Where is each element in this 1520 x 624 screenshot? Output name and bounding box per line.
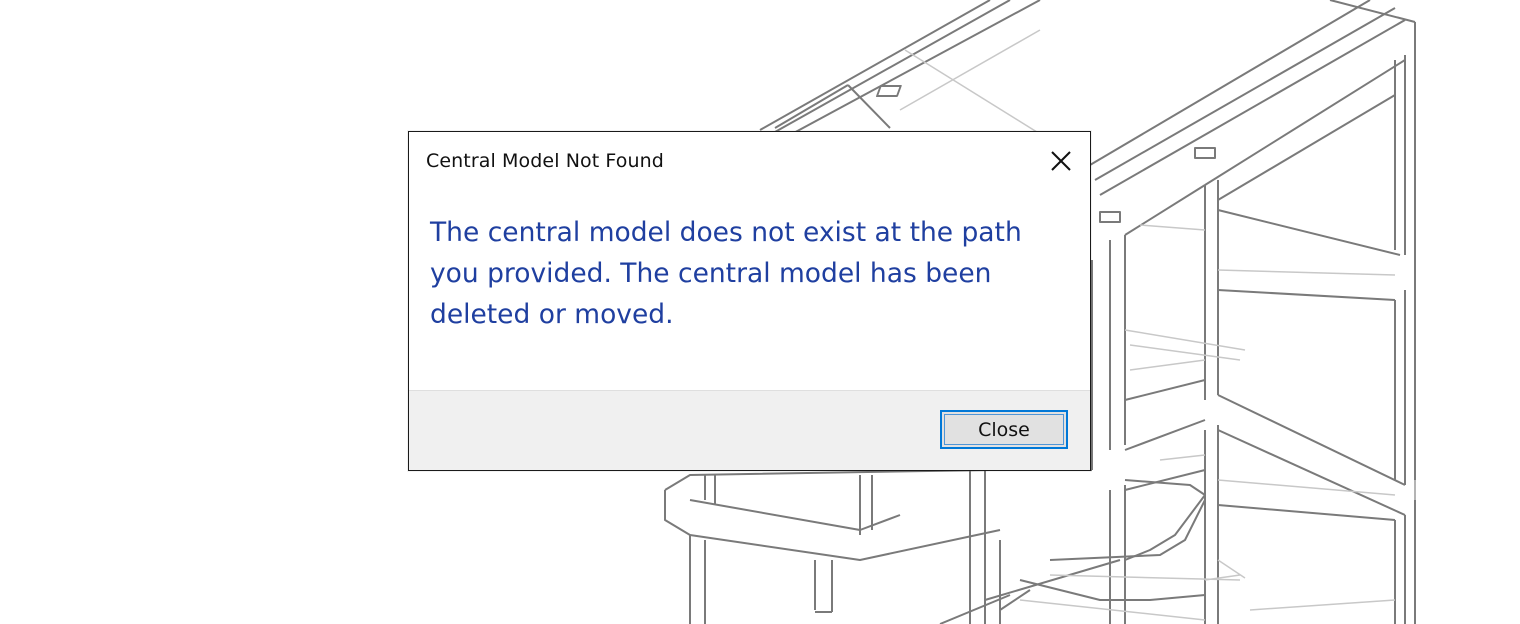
dialog-title: Central Model Not Found — [426, 150, 664, 172]
dialog-footer: Close — [409, 390, 1090, 470]
close-button-label: Close — [978, 418, 1030, 441]
close-button[interactable]: Close — [940, 410, 1068, 449]
model-viewport[interactable]: Central Model Not Found The central mode… — [0, 0, 1520, 624]
dialog-message: The central model does not exist at the … — [430, 217, 1022, 330]
dialog-titlebar[interactable]: Central Model Not Found — [409, 132, 1090, 192]
central-model-not-found-dialog: Central Model Not Found The central mode… — [408, 131, 1091, 471]
close-icon[interactable] — [1046, 146, 1076, 176]
